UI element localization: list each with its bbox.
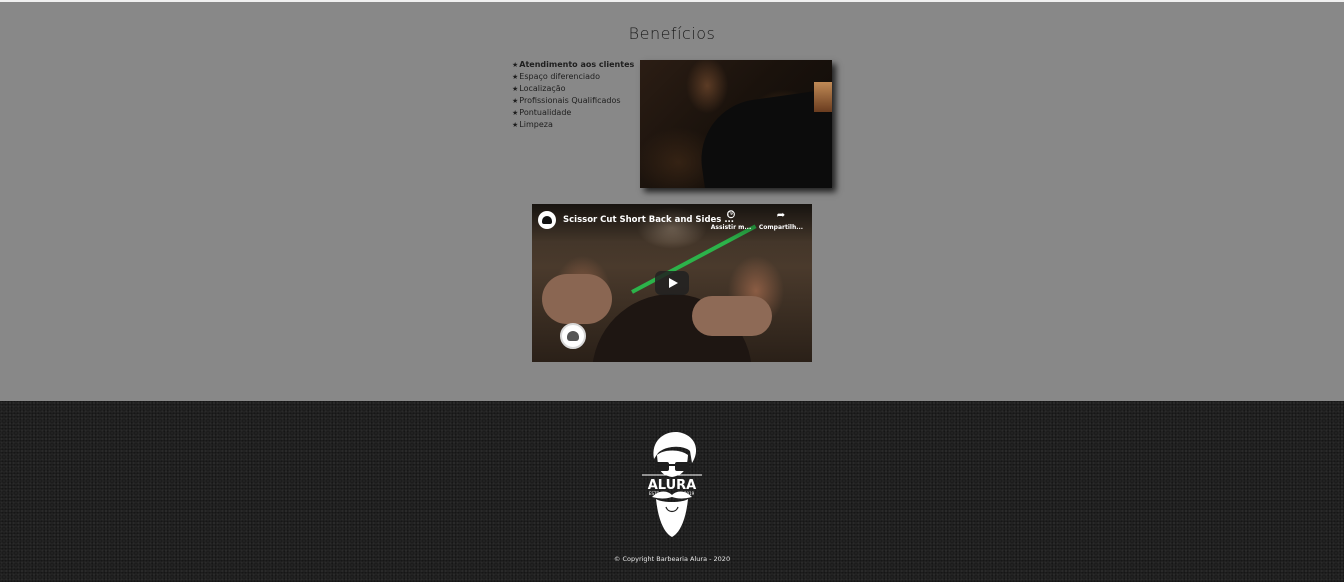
star-icon: ★ (512, 121, 519, 129)
youtube-video-embed[interactable]: Scissor Cut Short Back and Sides ... 🕑︎ … (532, 204, 812, 362)
share-button[interactable]: ➦ Compartilh... (756, 210, 806, 231)
clock-icon: 🕑︎ (727, 210, 735, 221)
star-icon: ★ (512, 73, 519, 81)
list-item: ★Limpeza (512, 120, 553, 129)
share-label: Compartilh... (758, 224, 804, 231)
list-item: ★Pontualidade (512, 108, 572, 117)
play-icon[interactable] (655, 271, 689, 295)
share-icon: ➦ (776, 210, 786, 221)
logo-estd: ESTD (649, 491, 660, 496)
benefits-list: ★Atendimento aos clientes ★Espaço difere… (512, 59, 634, 131)
star-icon: ★ (512, 61, 519, 69)
channel-avatar-icon[interactable] (538, 211, 556, 229)
barber-photo (640, 60, 832, 188)
benefits-title: Benefícios (628, 24, 716, 43)
watch-later-button[interactable]: 🕑︎ Assistir m... (706, 210, 756, 231)
copyright-text: © Copyright Barbearia Alura - 2020 (613, 555, 731, 563)
photo-cape-shape (693, 88, 832, 188)
logo-year: 2019 (684, 491, 695, 496)
star-icon: ★ (512, 85, 519, 93)
video-hand-right (692, 296, 772, 336)
alura-barber-logo: ALURA ESTD 2019 (642, 432, 702, 537)
benefits-section: Benefícios ★Atendimento aos clientes ★Es… (0, 2, 1344, 401)
list-item: ★Espaço diferenciado (512, 72, 600, 81)
star-icon: ★ (512, 97, 519, 105)
channel-watermark-icon[interactable] (560, 323, 586, 349)
video-hand-left (542, 274, 612, 324)
photo-light-shape (814, 82, 832, 112)
footer: ALURA ESTD 2019 © Copyright Barbearia Al… (0, 401, 1344, 582)
star-icon: ★ (512, 109, 519, 117)
list-item: ★Atendimento aos clientes (512, 60, 635, 69)
watch-later-label: Assistir m... (710, 224, 752, 231)
list-item: ★Profissionais Qualificados (512, 96, 621, 105)
list-item: ★Localização (512, 84, 566, 93)
